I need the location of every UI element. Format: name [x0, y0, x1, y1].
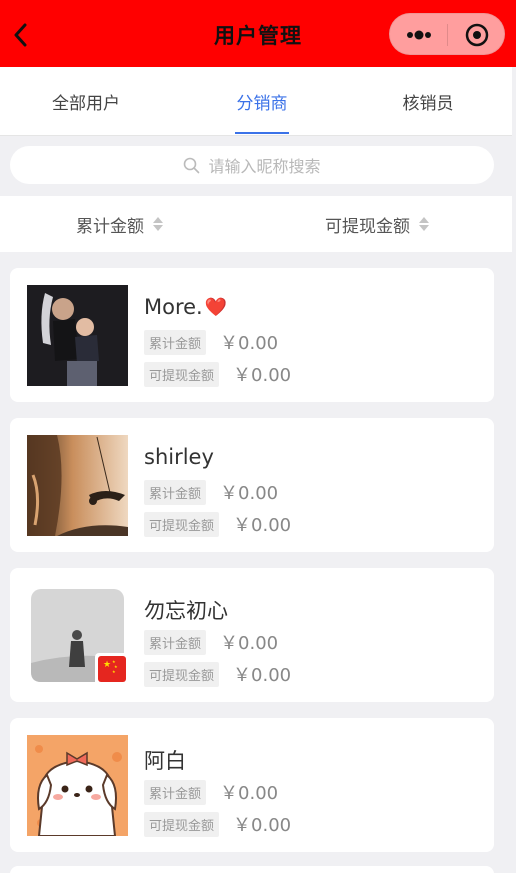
withdrawable-amount-value: ￥0.00 — [233, 515, 292, 536]
avatar — [27, 735, 128, 836]
total-amount-tag: 累计金额 — [144, 779, 207, 805]
sort-total-amount[interactable]: 累计金额 — [76, 196, 163, 252]
total-amount-row: 累计金额 ￥0.00 — [144, 629, 278, 655]
search-area: 请输入昵称搜索 — [0, 136, 512, 196]
total-amount-value: ￥0.00 — [220, 633, 279, 654]
withdrawable-amount-tag: 可提现金额 — [144, 811, 220, 837]
more-dots-icon — [406, 30, 431, 40]
total-amount-row: 累计金额 ￥0.00 — [144, 479, 278, 505]
total-amount-row: 累计金额 ￥0.00 — [144, 329, 278, 355]
user-card[interactable]: 阿白 累计金额 ￥0.00 可提现金额 ￥0.00 — [10, 718, 494, 852]
close-miniprogram-button[interactable] — [448, 14, 505, 56]
withdrawable-amount-tag: 可提现金额 — [144, 511, 220, 537]
tab-verifiers[interactable]: 核销员 — [360, 67, 496, 135]
sort-arrows-icon — [419, 217, 429, 231]
total-amount-tag: 累计金额 — [144, 329, 207, 355]
avatar — [27, 435, 128, 536]
user-name: 阿白 — [144, 749, 186, 773]
withdrawable-amount-row: 可提现金额 ￥0.00 — [144, 361, 291, 387]
heart-emoji: ❤️ — [204, 296, 228, 318]
user-name: More. ❤️ — [144, 295, 227, 319]
search-placeholder: 请输入昵称搜索 — [208, 157, 321, 176]
withdrawable-amount-row: 可提现金额 ￥0.00 — [144, 661, 291, 687]
navbar: 用户管理 — [0, 0, 516, 67]
target-close-icon — [465, 23, 488, 47]
sort-bar: 累计金额 可提现金额 — [0, 196, 512, 252]
sort-arrows-icon — [153, 217, 163, 231]
more-menu-button[interactable] — [390, 14, 447, 56]
sort-total-label: 累计金额 — [76, 216, 144, 237]
withdrawable-amount-value: ￥0.00 — [233, 815, 292, 836]
user-card[interactable]: shirley 累计金额 ￥0.00 可提现金额 ￥0.00 — [10, 418, 494, 552]
withdrawable-amount-tag: 可提现金额 — [144, 361, 220, 387]
active-tab-indicator — [235, 132, 289, 134]
tab-all-users[interactable]: 全部用户 — [18, 67, 154, 135]
user-name: 勿忘初心 — [144, 599, 228, 623]
sort-withdrawable-amount[interactable]: 可提现金额 — [325, 196, 429, 252]
svg-text:★: ★ — [112, 669, 116, 674]
total-amount-row: 累计金额 ￥0.00 — [144, 779, 278, 805]
user-card[interactable]: ★ ★ ★ ★ 勿忘初心 累计金额 ￥0.00 可提现金额 ￥0.00 — [10, 568, 494, 702]
total-amount-value: ￥0.00 — [220, 483, 279, 504]
withdrawable-amount-value: ￥0.00 — [233, 365, 292, 386]
total-amount-value: ￥0.00 — [220, 783, 279, 804]
tab-distributors[interactable]: 分销商 — [194, 67, 330, 135]
avatar: ★ ★ ★ ★ — [27, 585, 128, 686]
search-input[interactable]: 请输入昵称搜索 — [10, 146, 494, 184]
user-name: shirley — [144, 445, 214, 469]
withdrawable-amount-value: ￥0.00 — [233, 665, 292, 686]
search-icon — [184, 157, 200, 173]
withdrawable-amount-row: 可提现金额 ￥0.00 — [144, 511, 291, 537]
avatar — [27, 285, 128, 386]
withdrawable-amount-tag: 可提现金额 — [144, 661, 220, 687]
user-card[interactable]: More. ❤️ 累计金额 ￥0.00 可提现金额 ￥0.00 — [10, 268, 494, 402]
total-amount-value: ￥0.00 — [220, 333, 279, 354]
svg-text:★: ★ — [103, 660, 111, 670]
user-card-partial[interactable] — [10, 866, 494, 873]
user-name-text: More. — [144, 295, 203, 319]
tab-bar: 全部用户 分销商 核销员 — [0, 67, 512, 136]
withdrawable-amount-row: 可提现金额 ￥0.00 — [144, 811, 291, 837]
mini-program-capsule — [389, 13, 505, 55]
total-amount-tag: 累计金额 — [144, 479, 207, 505]
sort-withdrawable-label: 可提现金额 — [325, 216, 410, 237]
total-amount-tag: 累计金额 — [144, 629, 207, 655]
